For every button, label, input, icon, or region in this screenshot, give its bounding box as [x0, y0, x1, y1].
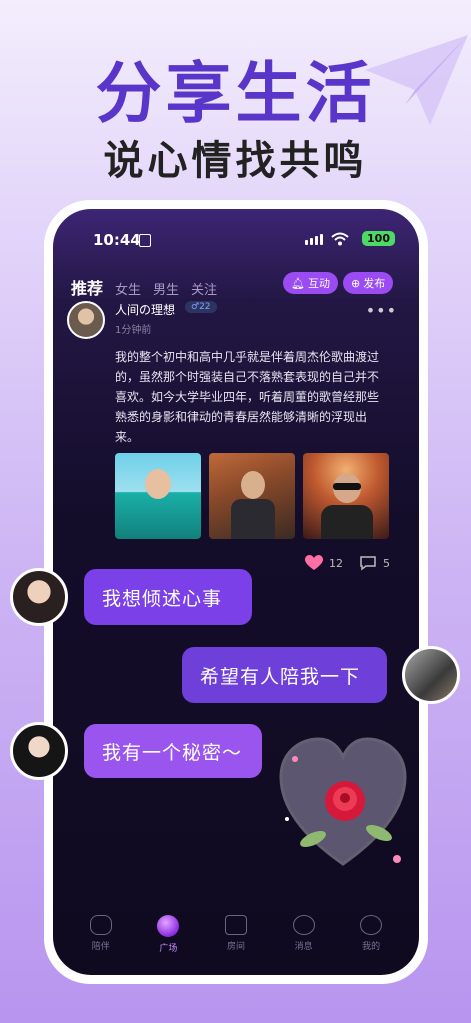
interact-button[interactable]: 🔔︎ 互动 — [283, 272, 338, 294]
plus-circle-icon: ⊕ — [351, 276, 361, 290]
heart-rose-decoration — [273, 729, 413, 879]
more-icon[interactable]: ••• — [366, 303, 397, 319]
status-time: 10:44 — [93, 231, 141, 249]
nav-label: 房间 — [226, 942, 245, 952]
chat-bubble-2: 希望有人陪我一下 — [182, 647, 387, 703]
tab-female[interactable]: 女生 — [115, 279, 141, 298]
post-photo[interactable] — [303, 453, 389, 539]
bell-icon: 🔔︎ — [291, 276, 305, 290]
post-author-avatar[interactable] — [67, 301, 105, 339]
user-avatar-2 — [402, 646, 460, 704]
user-avatar-1 — [10, 568, 68, 626]
interact-label: 互动 — [307, 277, 330, 290]
nav-label: 消息 — [294, 942, 313, 952]
feed-tabs: 推荐 女生 男生 关注 — [71, 275, 217, 299]
post-content: 我的整个初中和高中几乎就是伴着周杰伦歌曲渡过的，虽然那个时强装自己不落熟套表现的… — [115, 350, 380, 444]
id-card-icon — [139, 234, 151, 247]
banner-title: 分享生活 — [95, 55, 376, 132]
nav-square[interactable]: 广场 — [143, 915, 193, 959]
nav-rooms[interactable]: 房间 — [211, 915, 261, 959]
post-author-name[interactable]: 人间の理想 — [115, 301, 175, 318]
chat-bubble-3: 我有一个秘密～ — [84, 724, 262, 778]
chat-bubble-1: 我想倾述心事 — [84, 569, 252, 625]
publish-label: 发布 — [363, 277, 386, 290]
planet-icon — [157, 915, 180, 937]
message-icon — [292, 915, 315, 935]
like-counter[interactable]: 12 — [305, 555, 343, 571]
like-count: 12 — [329, 556, 343, 570]
tab-male[interactable]: 男生 — [153, 279, 179, 298]
nav-companion[interactable]: 陪伴 — [76, 915, 126, 959]
post-photo[interactable] — [115, 453, 201, 539]
nav-label: 我的 — [362, 942, 381, 952]
bottom-nav: 陪伴 广场 房间 消息 我的 — [53, 915, 419, 959]
user-avatar-3 — [10, 722, 68, 780]
comment-counter[interactable]: 5 — [359, 555, 390, 571]
companion-icon — [89, 915, 112, 935]
banner-subtitle: 说心情找共鸣 — [103, 138, 368, 184]
comment-count: 5 — [383, 556, 390, 570]
status-bar: 10:44 100 — [93, 231, 395, 251]
signal-icon — [305, 234, 323, 245]
profile-icon — [360, 915, 383, 935]
post-photo[interactable] — [209, 453, 295, 539]
battery-indicator: 100 — [362, 231, 395, 246]
house-icon — [224, 915, 247, 935]
publish-button[interactable]: ⊕ 发布 — [343, 272, 394, 294]
nav-label: 陪伴 — [91, 942, 110, 952]
nav-messages[interactable]: 消息 — [279, 915, 329, 959]
heart-icon — [305, 555, 323, 570]
tab-following[interactable]: 关注 — [191, 279, 217, 298]
comment-icon — [360, 556, 376, 571]
tab-recommend[interactable]: 推荐 — [71, 275, 103, 299]
nav-label: 广场 — [159, 944, 178, 954]
post-photos — [115, 453, 389, 539]
nav-profile[interactable]: 我的 — [346, 915, 396, 959]
post-time: 1分钟前 — [115, 325, 152, 336]
gender-age-badge: ♂22 — [185, 301, 217, 313]
wifi-icon — [331, 232, 349, 246]
